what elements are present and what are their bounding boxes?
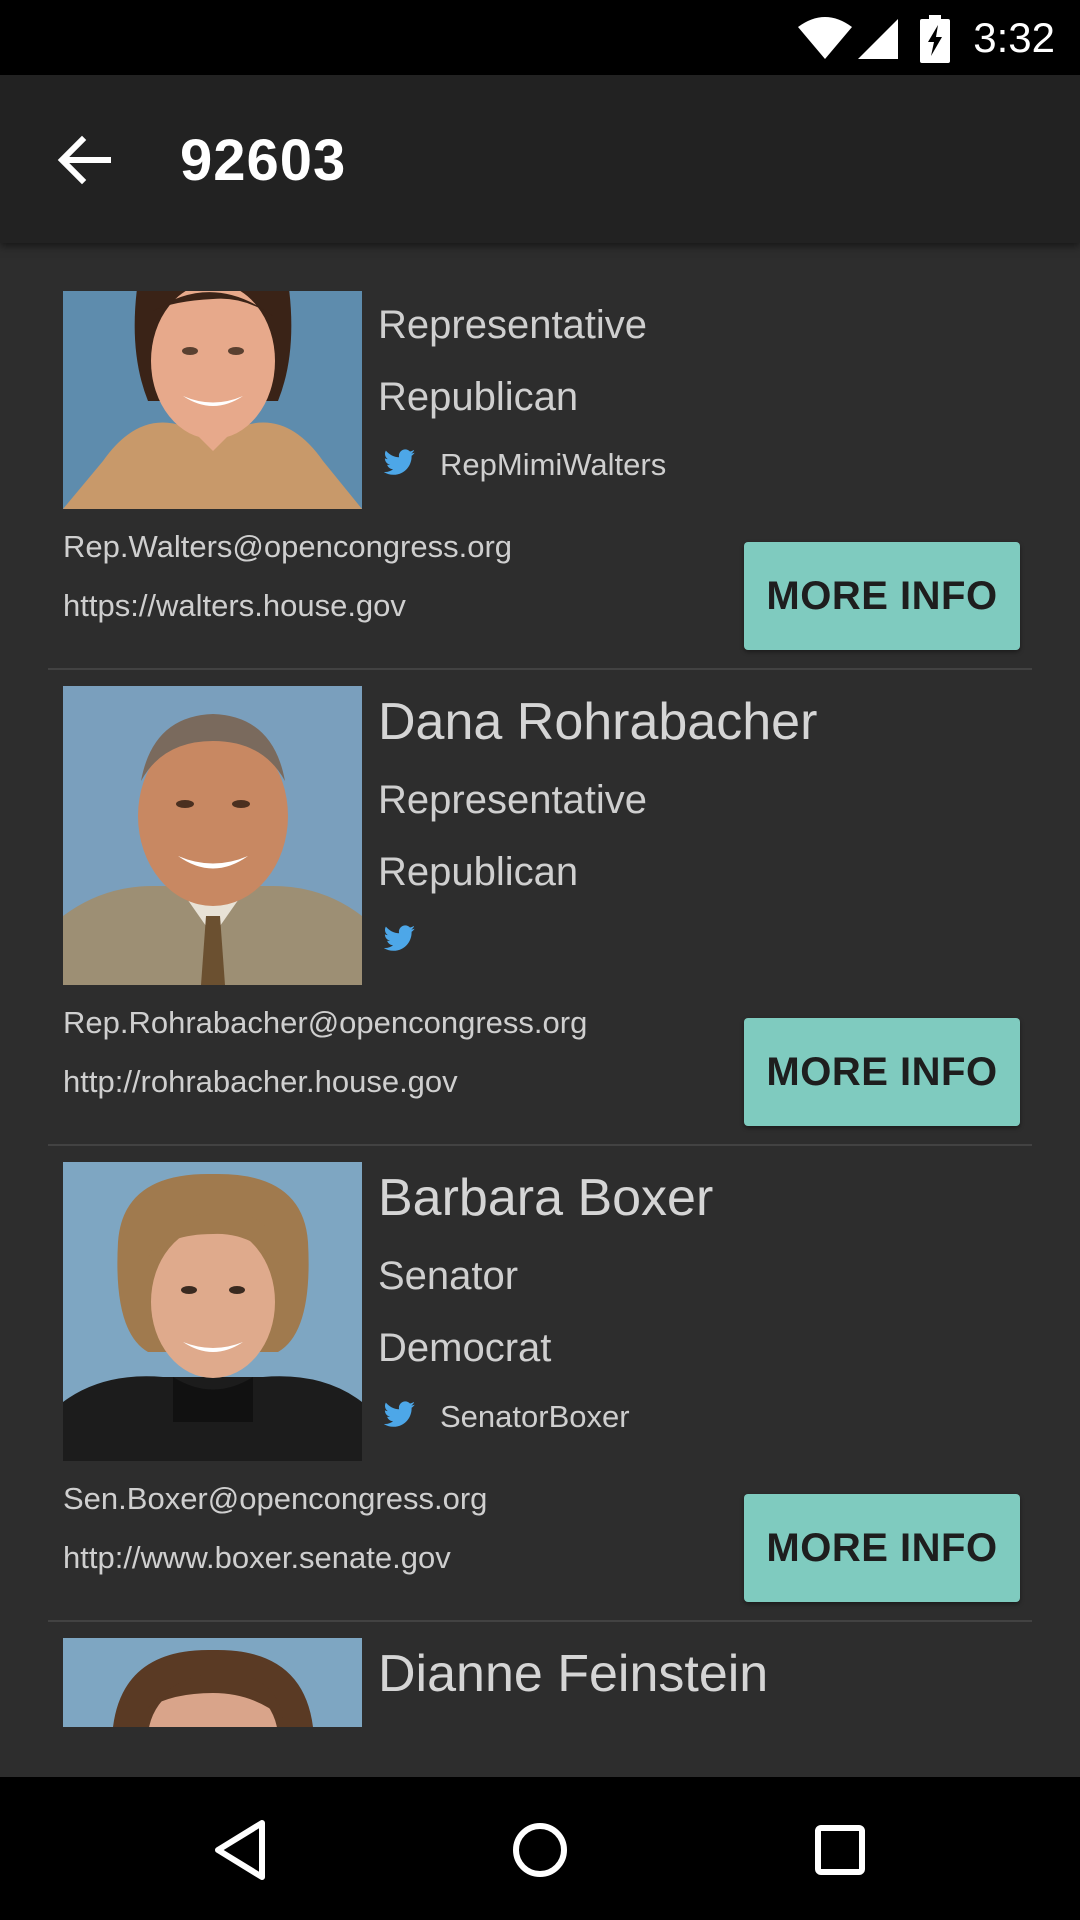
legislator-photo xyxy=(63,1638,362,1727)
navigation-bar xyxy=(0,1777,1080,1920)
twitter-handle: SenatorBoxer xyxy=(440,1399,630,1434)
legislator-email[interactable]: Sen.Boxer@opencongress.org xyxy=(63,1481,487,1517)
legislator-role: Representative xyxy=(378,303,648,347)
wifi-icon xyxy=(798,17,852,59)
legislator-website[interactable]: http://rohrabacher.house.gov xyxy=(63,1064,458,1100)
nav-recents-button[interactable] xyxy=(805,1815,875,1885)
more-info-button[interactable]: MORE INFO xyxy=(744,1018,1020,1126)
twitter-icon xyxy=(384,925,415,951)
nav-back-button[interactable] xyxy=(206,1815,276,1885)
battery-charging-icon xyxy=(920,15,950,63)
nav-home-button[interactable] xyxy=(505,1815,575,1885)
twitter-handle: RepMimiWalters xyxy=(440,447,667,482)
legislator-card: Representative Republican RepMimiWalters… xyxy=(48,243,1032,670)
page-title: 92603 xyxy=(180,128,347,193)
legislator-name: Barbara Boxer xyxy=(378,1169,714,1227)
back-button[interactable] xyxy=(56,132,112,188)
legislator-photo xyxy=(63,686,362,985)
legislator-website[interactable]: http://www.boxer.senate.gov xyxy=(63,1540,451,1576)
back-triangle-icon xyxy=(215,1820,265,1880)
twitter-icon xyxy=(384,449,415,475)
home-circle-icon xyxy=(513,1823,567,1877)
legislator-photo xyxy=(63,1162,362,1461)
more-info-button[interactable]: MORE INFO xyxy=(744,1494,1020,1602)
cell-signal-icon xyxy=(858,19,898,59)
legislator-role: Representative xyxy=(378,778,648,822)
more-info-button[interactable]: MORE INFO xyxy=(744,542,1020,650)
legislator-party: Democrat xyxy=(378,1326,552,1370)
legislator-card: Barbara Boxer Senator Democrat SenatorBo… xyxy=(48,1146,1032,1622)
legislator-photo xyxy=(63,291,362,509)
legislator-email[interactable]: Rep.Walters@opencongress.org xyxy=(63,529,512,565)
legislator-list[interactable]: Representative Republican RepMimiWalters… xyxy=(0,243,1080,1777)
legislator-party: Republican xyxy=(378,375,579,419)
legislator-card: Dianne Feinstein xyxy=(48,1622,1032,1777)
legislator-name: Dianne Feinstein xyxy=(378,1645,769,1703)
app-bar: 92603 xyxy=(0,75,1080,243)
legislator-card: Dana Rohrabacher Representative Republic… xyxy=(48,670,1032,1146)
legislator-party: Republican xyxy=(378,850,579,894)
legislator-name: Dana Rohrabacher xyxy=(378,693,818,751)
twitter-icon xyxy=(384,1401,415,1427)
status-time: 3:32 xyxy=(973,14,1055,61)
status-bar: 3:32 xyxy=(0,0,1080,75)
legislator-role: Senator xyxy=(378,1254,519,1298)
legislator-email[interactable]: Rep.Rohrabacher@opencongress.org xyxy=(63,1005,587,1041)
arrow-back-icon xyxy=(57,135,111,185)
legislator-website[interactable]: https://walters.house.gov xyxy=(63,588,406,624)
recents-square-icon xyxy=(815,1825,865,1875)
